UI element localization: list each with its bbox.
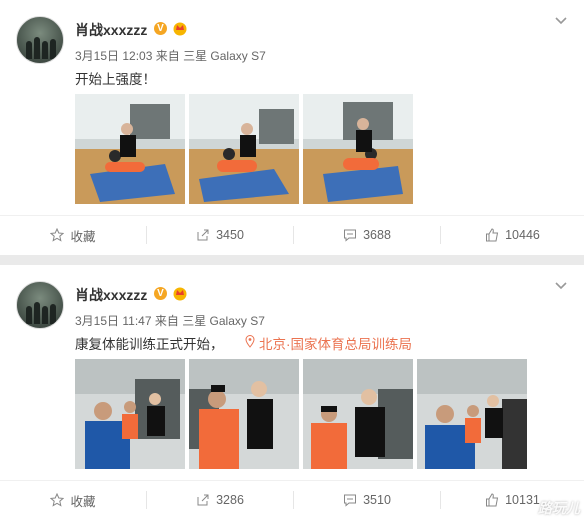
comment-button[interactable]: 3688 <box>294 216 440 254</box>
favorite-label: 收藏 <box>70 494 96 509</box>
post-date[interactable]: 3月15日 11:47 <box>75 314 152 328</box>
repost-icon <box>197 229 209 241</box>
user-avatar[interactable] <box>16 281 64 329</box>
watermark: 路玩儿 <box>538 500 580 516</box>
comment-icon <box>344 229 357 242</box>
chevron-down-icon[interactable] <box>554 279 568 293</box>
location-link[interactable]: 北京·国家体育总局训练局 <box>259 333 412 353</box>
repost-button[interactable]: 3450 <box>147 216 293 254</box>
comment-count: 3688 <box>363 228 391 242</box>
like-count: 10446 <box>505 228 540 242</box>
verified-v-icon: V <box>154 22 167 35</box>
user-avatar[interactable] <box>16 16 64 64</box>
post-meta: 3月15日 12:03 来自 三星 Galaxy S7 <box>75 47 266 64</box>
chevron-down-icon[interactable] <box>554 14 568 28</box>
post-photo-3[interactable] <box>303 359 413 469</box>
repost-count: 3450 <box>216 228 244 242</box>
thumbs-up-icon <box>486 228 499 242</box>
comment-button[interactable]: 3510 <box>294 481 440 519</box>
favorite-label: 收藏 <box>70 229 96 244</box>
like-button[interactable]: 10446 <box>441 216 584 254</box>
post-text: 开始上强度！ <box>75 72 156 87</box>
star-icon <box>50 493 65 507</box>
thumbs-up-icon <box>486 493 499 507</box>
star-icon <box>50 228 65 242</box>
post-photo-2[interactable] <box>189 359 299 469</box>
weibo-post-2: 肖战xxxzzz V 3月15日 11:47 来自 三星 Galaxy S7 康… <box>0 265 584 520</box>
source-device: 三星 Galaxy S7 <box>183 49 266 63</box>
post-photo-1[interactable] <box>75 94 185 204</box>
source-prefix: 来自 <box>155 49 180 63</box>
comment-count: 3510 <box>363 493 391 507</box>
weibo-post-1: 肖战xxxzzz V 3月15日 12:03 来自 三星 Galaxy S7 开… <box>0 0 584 255</box>
post-photo-4[interactable] <box>417 359 527 469</box>
favorite-button[interactable]: 收藏 <box>0 216 146 254</box>
favorite-button[interactable]: 收藏 <box>0 481 146 519</box>
action-bar: 收藏 3450 3688 10446 <box>0 215 584 253</box>
action-bar: 收藏 3286 3510 10131 <box>0 480 584 518</box>
location-pin-icon <box>245 335 255 348</box>
repost-icon <box>197 494 209 506</box>
repost-count: 3286 <box>216 493 244 507</box>
post-photo-1[interactable] <box>75 359 185 469</box>
post-photo-3[interactable] <box>303 94 413 204</box>
post-photo-2[interactable] <box>189 94 299 204</box>
vip-crown-icon <box>173 22 187 36</box>
post-text: 康复体能训练正式开始， <box>75 337 224 352</box>
vip-crown-icon <box>173 287 187 301</box>
like-count: 10131 <box>505 493 540 507</box>
username[interactable]: 肖战xxxzzz <box>75 285 147 305</box>
repost-button[interactable]: 3286 <box>147 481 293 519</box>
username[interactable]: 肖战xxxzzz <box>75 20 147 40</box>
comment-icon <box>344 494 357 507</box>
verified-v-icon: V <box>154 287 167 300</box>
source-prefix: 来自 <box>154 314 179 328</box>
source-device: 三星 Galaxy S7 <box>182 314 265 328</box>
post-date[interactable]: 3月15日 12:03 <box>75 49 152 63</box>
post-meta: 3月15日 11:47 来自 三星 Galaxy S7 <box>75 312 265 329</box>
